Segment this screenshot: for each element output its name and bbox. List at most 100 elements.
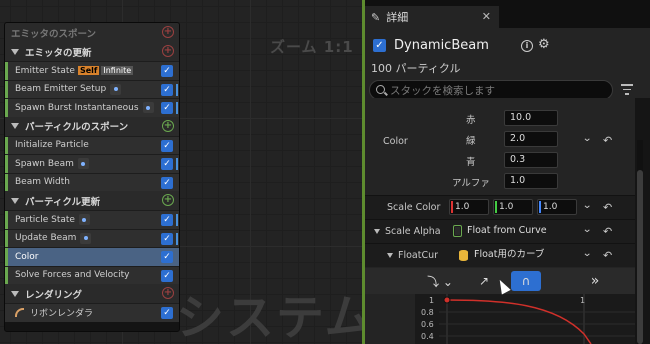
tick-label: 0.4 [421,332,434,341]
filter-icon[interactable] [621,84,633,98]
module-color[interactable]: Color ✓ [5,247,179,266]
magnet-icon[interactable]: ∩ [511,271,541,291]
module-solve-forces[interactable]: Solve Forces and Velocity ✓ [5,265,179,284]
section-particle-update[interactable]: パーティクル更新 + [5,191,179,210]
chevron-down-icon[interactable]: ⌄ [582,200,592,211]
float-curve-dropdown[interactable]: Float用のカーブ [459,247,544,263]
module-bar [5,211,8,229]
add-module-icon[interactable]: + [162,194,174,206]
tick-label: 0.6 [421,320,434,329]
module-bar [5,62,8,80]
section-label: エミッタのスポーン [11,28,97,40]
module-bar [5,155,8,173]
module-initialize-particle[interactable]: Initialize Particle ✓ [5,135,179,154]
stripe [176,158,178,170]
top-tick-label: 1 [580,296,585,305]
reset-icon[interactable]: ↶ [603,225,612,238]
enable-checkbox[interactable]: ✓ [161,158,173,170]
tab-details[interactable]: ✎ 詳細 ✕ [365,6,499,28]
section-label: エミッタの更新 [25,47,92,59]
add-module-icon[interactable]: + [162,26,174,38]
enable-checkbox[interactable]: ✓ [161,232,173,245]
expand-icon[interactable] [387,253,393,258]
scale-color-r-field[interactable]: 1.0 [449,199,489,215]
module-update-beam[interactable]: Update Beam ✓ [5,228,179,247]
curve-key[interactable] [443,296,451,304]
section-emitter-update[interactable]: エミッタの更新 + [5,42,179,61]
close-icon[interactable]: ✕ [482,10,491,23]
search-icon [376,85,385,94]
green-value-field[interactable]: 2.0 [504,131,558,147]
enable-checkbox[interactable]: ✓ [161,83,173,96]
section-particle-spawn[interactable]: パーティクルのスポーン + [5,116,179,136]
module-beam-width[interactable]: Beam Width ✓ [5,172,179,191]
module-beam-emitter-setup[interactable]: Beam Emitter Setup ✓ [5,79,179,98]
add-module-icon[interactable]: + [162,287,174,299]
module-bar [5,266,8,284]
gear-icon[interactable]: ⚙ [538,37,550,52]
expand-icon[interactable] [374,229,380,234]
emitter-node[interactable]: エミッタのスポーン + エミッタの更新 + Emitter State Self… [4,22,180,332]
section-render[interactable]: レンダリング + [5,284,179,303]
emitter-enable-checkbox[interactable]: ✓ [373,39,386,52]
scrollbar-thumb[interactable] [637,170,643,344]
tab-label: 詳細 [386,11,409,24]
reset-icon[interactable]: ↶ [603,201,612,214]
curve-editor[interactable]: 1 0.8 0.6 0.4 1 [415,294,635,344]
emitter-name: DynamicBeam [394,38,489,53]
emitter-header: ✓ DynamicBeam i ⚙ 100 パーティクル スタックを検索します [365,28,650,100]
add-module-icon[interactable]: + [162,119,174,132]
module-bar [5,229,8,247]
chevron-down-icon[interactable]: ⌄ [582,248,592,259]
info-icon[interactable]: i [521,40,533,52]
blue-value-field[interactable]: 0.3 [504,152,558,168]
parameter-icon [80,232,92,244]
section-emitter-spawn[interactable]: エミッタのスポーン + [5,23,179,42]
scale-color-b-field[interactable]: 1.0 [537,199,577,215]
module-spawn-beam[interactable]: Spawn Beam ✓ [5,154,179,173]
enable-checkbox[interactable]: ✓ [161,176,173,189]
collapse-icon[interactable] [11,197,19,204]
module-label: Spawn Beam [15,158,74,169]
curve-icon [453,225,462,237]
scale-color-g-field[interactable]: 1.0 [493,199,533,215]
renderer-ribbon[interactable]: リボンレンダラ ✓ [5,303,179,322]
chevron-down-icon[interactable]: ⌄ [582,224,592,235]
reset-icon[interactable]: ↶ [603,249,612,262]
open-external-icon[interactable]: ↗ [475,271,493,291]
float-curve-text: FloatCur [398,250,439,261]
enable-checkbox[interactable]: ✓ [161,214,173,226]
enable-checkbox[interactable]: ✓ [161,139,173,152]
module-emitter-state[interactable]: Emitter State Self Infinite ✓ [5,61,179,80]
collapse-icon[interactable] [11,123,19,129]
red-value-field[interactable]: 10.0 [504,110,558,126]
enable-checkbox[interactable]: ✓ [161,65,173,77]
collapse-icon[interactable] [11,290,19,297]
module-label: Initialize Particle [15,140,89,151]
module-particle-state[interactable]: Particle State ✓ [5,210,179,229]
collapse-icon[interactable] [11,48,19,55]
module-spawn-burst[interactable]: Spawn Burst Instantaneous ✓ [5,98,179,117]
enable-checkbox[interactable]: ✓ [161,251,173,263]
scale-alpha-value: Float from Curve [467,225,547,236]
enable-checkbox[interactable]: ✓ [161,269,173,282]
database-icon [459,249,468,261]
blue-label: 青 [466,157,476,168]
search-input[interactable]: スタックを検索します [369,80,613,100]
details-panel: ✎ 詳細 ✕ ✓ DynamicBeam i ⚙ 100 パーティクル スタック… [362,0,650,344]
module-label: Update Beam [15,233,77,244]
chevron-down-icon[interactable]: ⌄ [582,133,592,144]
module-label: Beam Emitter Setup [15,84,107,95]
renderer-label: リボンレンダラ [30,309,94,320]
alpha-value-field[interactable]: 1.0 [504,173,558,189]
enable-checkbox[interactable]: ✓ [161,102,173,114]
self-badge: Self [77,66,100,76]
add-module-icon[interactable]: + [162,45,174,57]
curve-type-dropdown[interactable]: ⤵ ⌄ [421,271,459,291]
enable-checkbox[interactable]: ✓ [161,307,173,319]
reset-icon[interactable]: ↶ [603,134,612,147]
scrollbar[interactable] [637,140,643,344]
green-label: 緑 [466,136,476,147]
overflow-icon[interactable]: » [585,271,605,291]
scale-alpha-dropdown[interactable]: Float from Curve [453,223,547,239]
